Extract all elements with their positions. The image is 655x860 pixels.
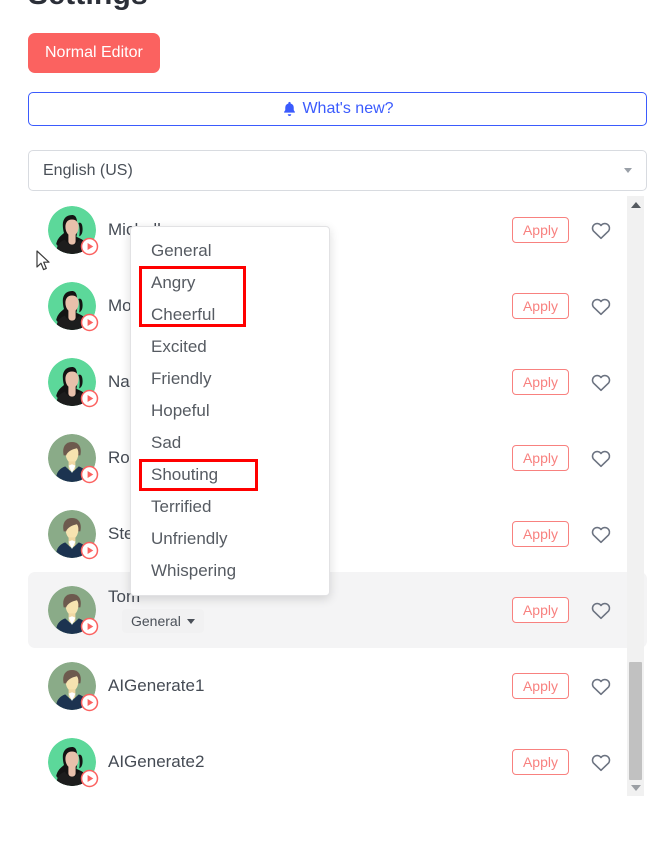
voice-name: AIGenerate1 xyxy=(108,676,205,695)
language-select[interactable]: English (US) xyxy=(28,150,647,191)
apply-button[interactable]: Apply xyxy=(511,217,569,243)
avatar xyxy=(48,586,99,636)
voice-name: Mo xyxy=(108,296,132,315)
voice-list[interactable]: MichelleApplyMoApplyNaApplyRoApplySteApp… xyxy=(28,192,647,796)
voice-name: Ro xyxy=(108,448,130,467)
voice-row[interactable]: AIGenerate2 Apply xyxy=(28,724,647,796)
emotion-menu-item[interactable]: Shouting xyxy=(131,459,329,491)
settings-page: Settings Normal Editor What's new? Engli… xyxy=(0,0,655,860)
emotion-menu-item[interactable]: Excited xyxy=(131,331,329,363)
voice-row[interactable]: Na Apply xyxy=(28,344,647,420)
mouse-cursor xyxy=(36,250,51,277)
play-circle-icon[interactable] xyxy=(80,541,99,560)
avatar xyxy=(48,662,99,712)
scroll-up-button[interactable] xyxy=(627,196,644,213)
play-circle-icon[interactable] xyxy=(80,465,99,484)
play-circle-icon[interactable] xyxy=(80,389,99,408)
voice-meta: AIGenerate1 xyxy=(108,676,204,696)
emotion-dropdown-menu[interactable]: General Angry Cheerful Excited Friendly Hopef… xyxy=(130,226,330,596)
apply-button[interactable]: Apply xyxy=(511,673,569,699)
voice-row[interactable]: Mo Apply xyxy=(28,268,647,344)
emotion-menu-item[interactable]: Hopeful xyxy=(131,395,329,427)
emotion-menu-item[interactable]: Cheerful xyxy=(131,299,329,331)
emotion-trigger-label: General xyxy=(131,613,181,629)
apply-button[interactable]: Apply xyxy=(511,293,569,319)
chevron-down-icon xyxy=(624,168,632,173)
heart-outline-icon[interactable] xyxy=(590,219,612,241)
heart-outline-icon[interactable] xyxy=(590,295,612,317)
scroll-down-button[interactable] xyxy=(627,779,644,796)
avatar xyxy=(48,434,99,484)
emotion-menu-item[interactable]: Friendly xyxy=(131,363,329,395)
voice-meta: Ro xyxy=(108,448,130,468)
bell-icon xyxy=(281,100,298,118)
heart-outline-icon[interactable] xyxy=(590,599,612,621)
heart-outline-icon[interactable] xyxy=(590,523,612,545)
emotion-dropdown-trigger[interactable]: General xyxy=(122,609,204,633)
play-circle-icon[interactable] xyxy=(80,769,99,788)
emotion-menu-item[interactable]: Terrified xyxy=(131,491,329,523)
voice-row[interactable]: Ro Apply xyxy=(28,420,647,496)
avatar xyxy=(48,738,99,788)
emotion-menu-item[interactable]: Sad xyxy=(131,427,329,459)
avatar xyxy=(48,282,99,332)
play-circle-icon[interactable] xyxy=(80,313,99,332)
emotion-menu-item[interactable]: General xyxy=(131,235,329,267)
voice-row[interactable]: Ste Apply xyxy=(28,496,647,572)
heart-outline-icon[interactable] xyxy=(590,751,612,773)
apply-button[interactable]: Apply xyxy=(511,521,569,547)
play-circle-icon[interactable] xyxy=(80,617,99,636)
scrollbar-thumb[interactable] xyxy=(629,662,642,780)
apply-button[interactable]: Apply xyxy=(511,597,569,623)
heart-outline-icon[interactable] xyxy=(590,447,612,469)
caret-down-icon xyxy=(186,618,195,624)
heart-outline-icon[interactable] xyxy=(590,675,612,697)
voice-meta: Mo xyxy=(108,296,132,316)
voice-row[interactable]: AIGenerate1 Apply xyxy=(28,648,647,724)
play-circle-icon[interactable] xyxy=(80,693,99,712)
avatar xyxy=(48,206,99,256)
emotion-menu-item[interactable]: Angry xyxy=(131,267,329,299)
avatar xyxy=(48,358,99,408)
avatar xyxy=(48,510,99,560)
page-title: Settings xyxy=(28,0,148,12)
apply-button[interactable]: Apply xyxy=(511,445,569,471)
emotion-menu-item[interactable]: Whispering xyxy=(131,555,329,587)
voice-list-scrollbar[interactable] xyxy=(627,196,644,796)
heart-outline-icon[interactable] xyxy=(590,371,612,393)
whats-new-button[interactable]: What's new? xyxy=(28,92,647,126)
voice-meta: AIGenerate2 xyxy=(108,752,204,772)
language-select-value: English (US) xyxy=(43,161,133,179)
voice-name: AIGenerate2 xyxy=(108,752,205,771)
arrow-up-icon xyxy=(630,201,641,208)
apply-button[interactable]: Apply xyxy=(511,369,569,395)
whats-new-label: What's new? xyxy=(302,100,394,117)
voice-meta: Na xyxy=(108,372,130,392)
apply-button[interactable]: Apply xyxy=(511,749,569,775)
arrow-down-icon xyxy=(630,784,641,791)
play-circle-icon[interactable] xyxy=(80,237,99,256)
voice-row[interactable]: MichelleApply xyxy=(28,192,647,268)
normal-editor-button[interactable]: Normal Editor xyxy=(28,33,160,73)
emotion-menu-item[interactable]: Unfriendly xyxy=(131,523,329,555)
voice-row[interactable]: Tom General Apply xyxy=(28,572,647,648)
voice-name: Na xyxy=(108,372,130,391)
